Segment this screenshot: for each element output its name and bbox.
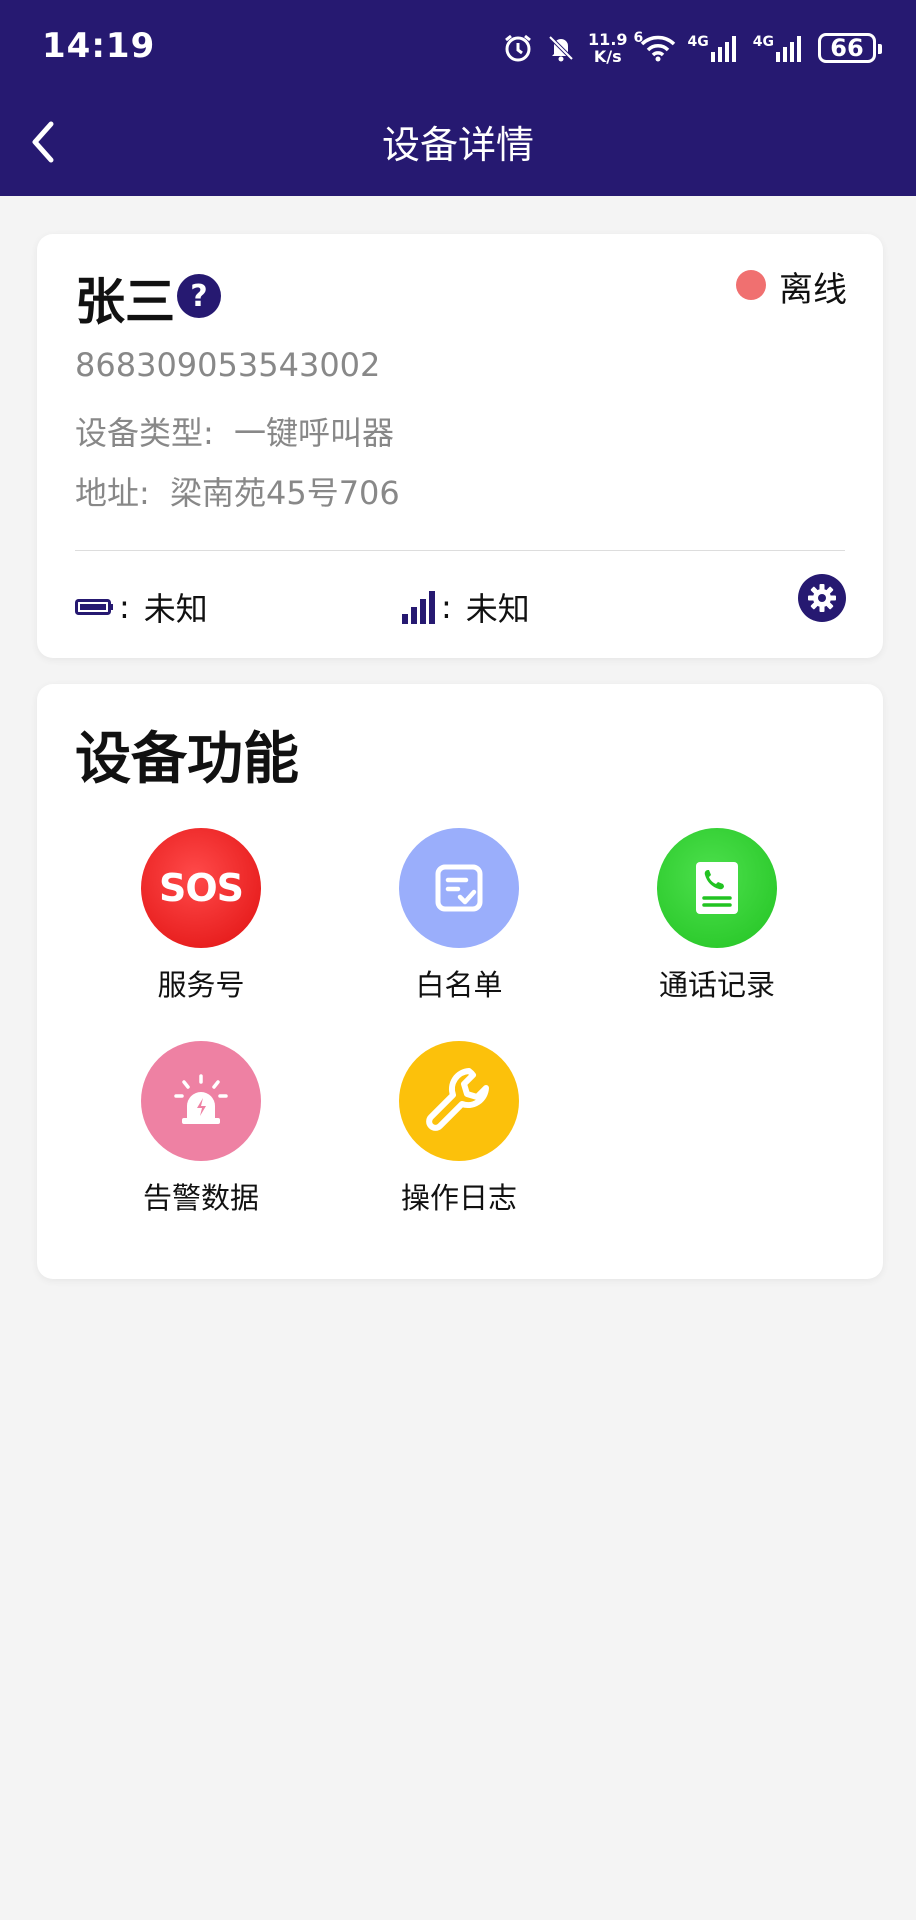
device-id: 868309053543002 xyxy=(75,346,381,384)
function-label: 白名单 xyxy=(415,968,503,1002)
sim2-label: 4G xyxy=(752,34,774,50)
function-service-number[interactable]: SOS 服务号 xyxy=(101,828,301,1004)
device-address: 地址: 梁南苑45号706 xyxy=(75,468,400,514)
sos-text: SOS xyxy=(158,866,244,910)
signal-status: : 未知 xyxy=(401,584,530,630)
divider xyxy=(75,550,845,551)
wifi-icon: 6 xyxy=(634,30,676,62)
signal-icon xyxy=(402,591,435,624)
device-status: 离线 xyxy=(779,270,847,310)
device-type-label: 设备类型: xyxy=(75,414,214,452)
wrench-icon xyxy=(399,1041,519,1161)
battery-sep: : xyxy=(119,588,130,626)
device-name: 张三 xyxy=(75,273,175,331)
function-label: 通话记录 xyxy=(658,968,775,1002)
signal-value: 未知 xyxy=(465,590,530,628)
page-title: 设备详情 xyxy=(381,123,534,167)
section-title: 设备功能 xyxy=(75,727,299,792)
device-info-card: 张三 ? 离线 868309053543002 设备类型: 一键呼叫器 地址: … xyxy=(37,234,883,658)
address-value: 梁南苑45号706 xyxy=(169,474,400,512)
status-dot xyxy=(736,270,766,300)
device-type-value: 一键呼叫器 xyxy=(233,414,394,452)
sim1-signal-icon: 4G xyxy=(688,34,741,62)
battery-value: 未知 xyxy=(143,590,208,628)
net-speed-value: 11.9 xyxy=(588,30,628,49)
function-label: 服务号 xyxy=(157,968,245,1002)
alarm-light-icon xyxy=(141,1041,261,1161)
function-whitelist[interactable]: 白名单 xyxy=(359,828,559,1004)
function-alarm-data[interactable]: 告警数据 xyxy=(101,1041,301,1217)
function-call-records[interactable]: 通话记录 xyxy=(617,828,817,1004)
call-record-icon xyxy=(657,828,777,948)
mute-bell-icon xyxy=(546,33,576,63)
battery-icon xyxy=(75,599,113,615)
net-speed-unit: K/s xyxy=(593,47,622,66)
help-icon[interactable]: ? xyxy=(177,274,221,318)
device-type: 设备类型: 一键呼叫器 xyxy=(75,408,394,454)
sim1-label: 4G xyxy=(687,34,709,50)
app-header: 14:19 11.9 K/s 6 4G 4G 66 设备详情 xyxy=(0,0,916,196)
wifi-label: 6 xyxy=(633,30,644,46)
status-time: 14:19 xyxy=(42,26,156,66)
signal-sep: : xyxy=(441,588,452,626)
sim2-signal-icon: 4G xyxy=(753,34,806,62)
battery-indicator: 66 xyxy=(818,33,882,63)
settings-button[interactable] xyxy=(798,574,846,622)
function-label: 告警数据 xyxy=(142,1181,259,1215)
net-speed: 11.9 K/s xyxy=(588,31,627,65)
sos-icon: SOS xyxy=(141,828,261,948)
alarm-clock-icon xyxy=(502,32,534,64)
function-label: 操作日志 xyxy=(400,1181,517,1215)
function-operation-log[interactable]: 操作日志 xyxy=(359,1041,559,1217)
device-functions-card: 设备功能 SOS 服务号 白名单 通话记录 告警数据 操作日志 xyxy=(37,684,883,1279)
status-icons: 11.9 K/s 6 4G 4G 66 xyxy=(502,26,882,70)
gear-icon xyxy=(808,584,836,612)
address-label: 地址: xyxy=(75,474,150,512)
battery-status: : 未知 xyxy=(75,584,208,630)
checklist-icon xyxy=(399,828,519,948)
